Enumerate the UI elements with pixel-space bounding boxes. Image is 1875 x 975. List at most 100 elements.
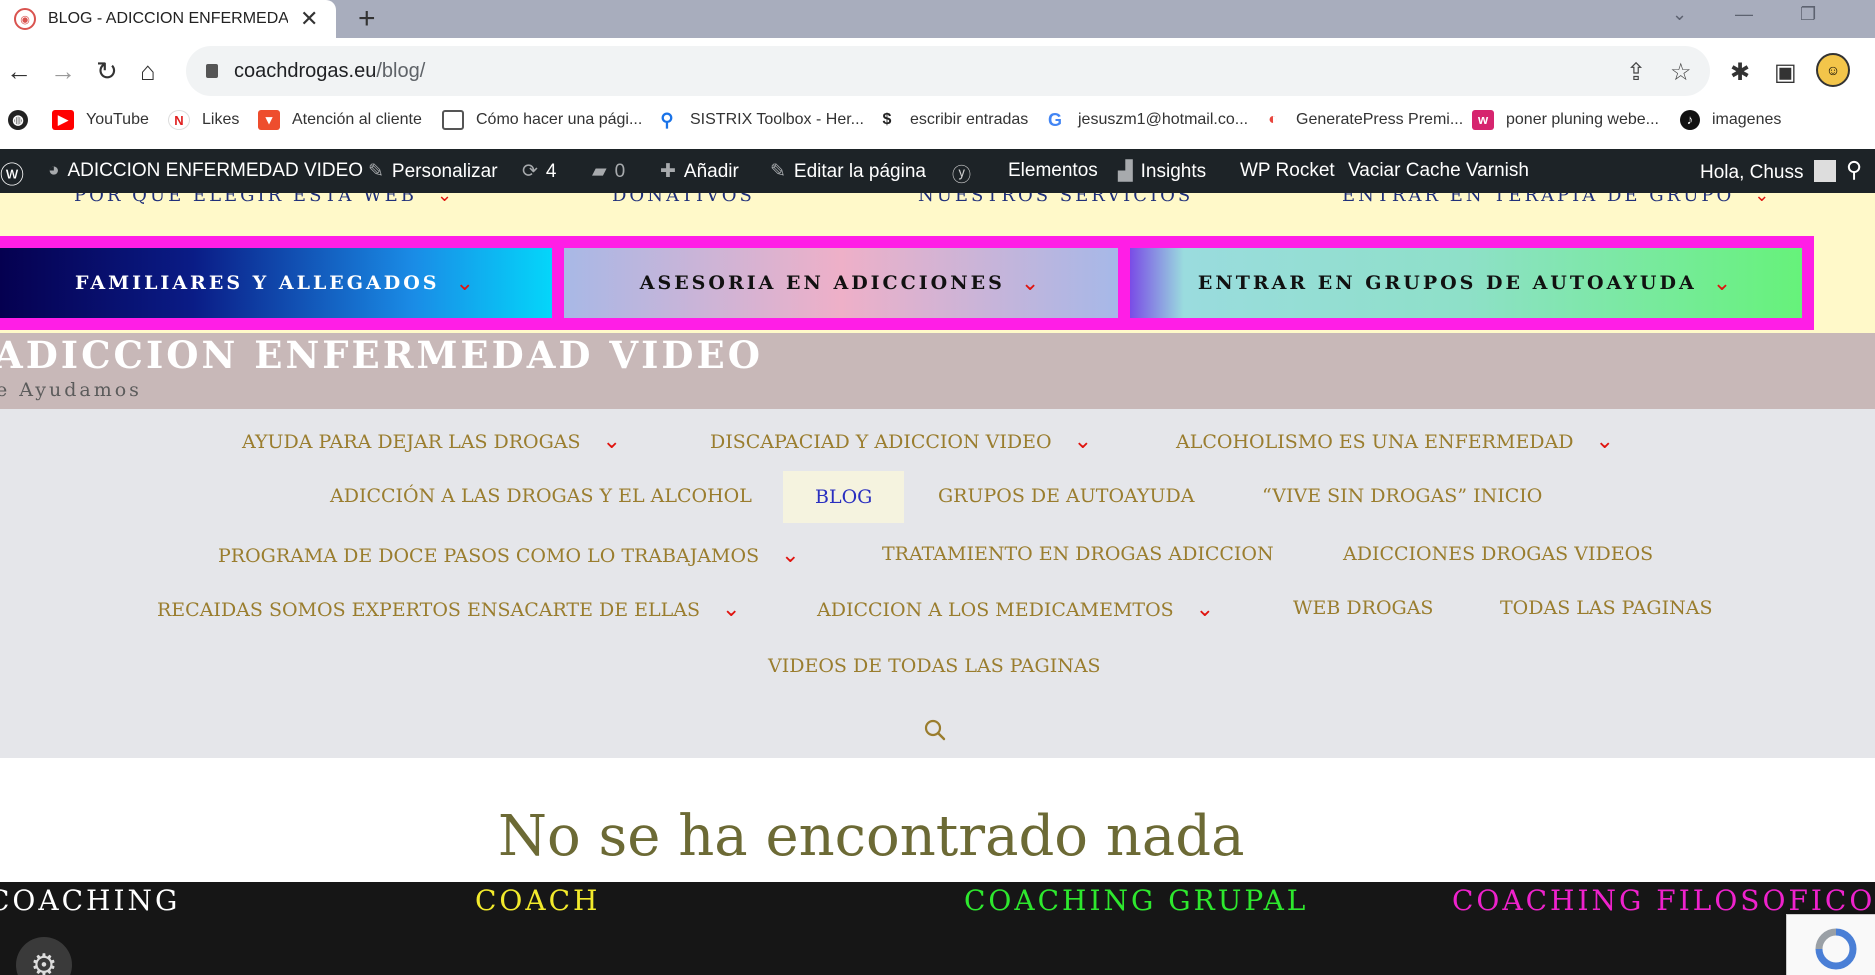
chevron-down-icon: ⌄	[1073, 429, 1093, 454]
nav-label: ADICCIONES DROGAS VIDEOS	[1343, 543, 1654, 565]
top-menu-label: POR QUE ELEGIR ESTA WEB	[74, 193, 418, 206]
admin-updates-link[interactable]: ⟳ 4	[522, 160, 557, 183]
top-menu-item[interactable]: ENTRAR EN TERAPIA DE GRUPO ⌄	[1342, 193, 1772, 206]
bookmark-item[interactable]: ▾ Atención al cliente	[258, 110, 422, 130]
browser-tab[interactable]: ◉ BLOG - ADICCION ENFERMEDAD V ✕	[0, 0, 336, 38]
nav-label: ALCOHOLISMO ES UNA ENFERMEDAD	[1176, 431, 1574, 453]
footer-link[interactable]: COACH	[475, 884, 600, 917]
bookmark-item[interactable]: ♪ imagenes	[1680, 110, 1781, 130]
shop-icon: ▾	[258, 110, 280, 130]
bookmark-globe[interactable]: ◍	[8, 110, 40, 130]
side-panel-icon[interactable]: ▣	[1774, 58, 1797, 87]
recaptcha-badge[interactable]	[1786, 914, 1875, 975]
page-title: No se ha encontrado nada	[498, 804, 1245, 869]
yoast-icon[interactable]: ⓨ	[952, 160, 979, 187]
bookmark-item[interactable]: N Likes	[168, 110, 239, 130]
footer-link[interactable]: COACHING FILOSOFICO	[1452, 884, 1875, 917]
bookmark-item[interactable]: $ escribir entradas	[876, 110, 1028, 130]
nav-label: “VIVE SIN DROGAS” INICIO	[1262, 485, 1543, 507]
address-bar[interactable]: coachdrogas.eu/blog/ ⇪ ☆	[186, 46, 1710, 96]
asesoria-button[interactable]: ASESORIA EN ADICCIONES ⌄	[552, 236, 1130, 330]
reload-icon[interactable]: ↻	[96, 58, 118, 84]
nav-item[interactable]: ADICCIÓN A LAS DROGAS Y EL ALCOHOL	[330, 485, 752, 507]
browser-toolbar: ← → ↻ ⌂ coachdrogas.eu/blog/ ⇪ ☆ ✱ ▣ ☺	[0, 38, 1875, 105]
nav-label: ADICCIÓN A LAS DROGAS Y EL ALCOHOL	[330, 485, 752, 507]
plus-icon: ✚	[660, 161, 676, 182]
nav-item[interactable]: RECAIDAS SOMOS EXPERTOS ENSACARTE DE ELL…	[157, 597, 740, 622]
bookmark-label: escribir entradas	[910, 111, 1029, 128]
bookmark-item[interactable]: w poner pluning webe...	[1472, 110, 1659, 130]
nav-item-blog[interactable]: BLOG	[783, 471, 905, 523]
share-icon[interactable]: ⇪	[1626, 58, 1646, 87]
bookmark-item[interactable]: ⚲ SISTRIX Toolbox - Her...	[656, 110, 864, 130]
nav-item[interactable]: AYUDA PARA DEJAR LAS DROGAS ⌄	[242, 429, 621, 454]
nav-item[interactable]: “VIVE SIN DROGAS” INICIO	[1262, 485, 1542, 507]
new-tab-icon[interactable]: +	[358, 2, 376, 36]
maximize-icon[interactable]: ❐	[1800, 4, 1816, 25]
top-menu-item[interactable]: NUESTROS SERVICIOS	[918, 193, 1193, 206]
admin-comments-link[interactable]: ▰ 0	[592, 160, 625, 183]
minimize-icon[interactable]: —	[1735, 4, 1753, 25]
updates-icon: ⟳	[522, 161, 538, 182]
profile-avatar[interactable]: ☺	[1816, 53, 1850, 87]
tab-search-chevron-icon[interactable]: ⌄	[1672, 4, 1687, 25]
nav-item[interactable]: WEB DROGAS	[1293, 597, 1433, 619]
extensions-icon[interactable]: ✱	[1730, 58, 1750, 87]
nav-item[interactable]: ADICCIONES DROGAS VIDEOS	[1343, 543, 1653, 565]
admin-account-link[interactable]: Hola, Chuss	[1700, 160, 1836, 184]
admin-site-link[interactable]: ◕ ADICCION ENFERMEDAD VIDEO	[48, 160, 363, 182]
back-icon[interactable]: ←	[6, 58, 32, 84]
nav-label: TODAS LAS PAGINAS	[1500, 597, 1713, 619]
footer-link[interactable]: COACHING	[0, 884, 180, 917]
nav-item[interactable]: ALCOHOLISMO ES UNA ENFERMEDAD ⌄	[1176, 429, 1614, 454]
chevron-down-icon: ⌄	[1712, 270, 1735, 296]
nav-label: WEB DROGAS	[1293, 597, 1434, 619]
admin-add-label: Añadir	[683, 161, 739, 182]
top-menu-item[interactable]: DONATIVOS	[612, 193, 755, 206]
nav-label: VIDEOS DE TODAS LAS PAGINAS	[768, 655, 1101, 677]
site-title[interactable]: ADICCION ENFERMEDAD VIDEO	[0, 333, 763, 377]
search-icon: ⚲	[656, 110, 678, 130]
admin-add-link[interactable]: ✚ Añadir	[660, 160, 739, 183]
bookmark-item[interactable]: Cómo hacer una pági...	[442, 110, 642, 130]
bookmark-item[interactable]: ◐ GeneratePress Premi...	[1262, 110, 1463, 130]
familiares-button[interactable]: FAMILIARES Y ALLEGADOS ⌄	[0, 236, 564, 330]
home-icon[interactable]: ⌂	[140, 58, 156, 84]
nav-item[interactable]: VIDEOS DE TODAS LAS PAGINAS	[768, 655, 1101, 677]
nav-label: GRUPOS DE AUTOAYUDA	[938, 485, 1195, 507]
nav-item[interactable]: GRUPOS DE AUTOAYUDA	[938, 485, 1195, 507]
n-icon: N	[168, 110, 190, 130]
grupos-autoayuda-button[interactable]: ENTRAR EN GRUPOS DE AUTOAYUDA ⌄	[1118, 236, 1814, 330]
admin-wprocket-link[interactable]: WP Rocket	[1240, 160, 1335, 182]
bookmark-label: SISTRIX Toolbox - Her...	[690, 111, 864, 128]
wordpress-logo-icon[interactable]: ⓦ	[0, 155, 24, 190]
gear-icon[interactable]: ⚙	[16, 937, 72, 975]
footer-link[interactable]: COACHING GRUPAL	[964, 884, 1308, 917]
bookmark-star-icon[interactable]: ☆	[1670, 58, 1692, 87]
bookmark-item[interactable]: ▶ YouTube	[52, 110, 149, 130]
nav-item[interactable]: TRATAMIENTO EN DROGAS ADICCION	[882, 543, 1274, 565]
admin-elements-link[interactable]: Elementos	[1008, 160, 1098, 182]
tiktok-icon: ♪	[1680, 110, 1700, 130]
forward-icon[interactable]: →	[50, 58, 76, 84]
nav-search-icon[interactable]	[924, 719, 946, 741]
globe-icon: ◍	[8, 110, 28, 130]
bookmark-item[interactable]: Gjesuszm1@hotmail.co...	[1044, 110, 1248, 130]
top-menu-item[interactable]: POR QUE ELEGIR ESTA WEB ⌄	[74, 193, 455, 206]
bookmark-label: GeneratePress Premi...	[1296, 111, 1464, 128]
admin-customize-link[interactable]: ✎ Personalizar	[368, 160, 498, 183]
close-tab-icon[interactable]: ✕	[300, 6, 318, 32]
admin-insights-link[interactable]: ▟ Insights	[1118, 160, 1206, 183]
nav-item[interactable]: PROGRAMA DE DOCE PASOS COMO LO TRABAJAMO…	[218, 543, 800, 568]
nav-label: PROGRAMA DE DOCE PASOS COMO LO TRABAJAMO…	[218, 545, 760, 567]
nav-item[interactable]: ADICCION A LOS MEDICAMEMTOS ⌄	[817, 597, 1214, 622]
admin-varnish-link[interactable]: Vaciar Cache Varnish	[1348, 160, 1529, 182]
site-header: ADICCION ENFERMEDAD VIDEO e Ayudamos	[0, 333, 1875, 409]
admin-edit-page-link[interactable]: ✎ Editar la página	[770, 160, 926, 183]
admin-search-icon[interactable]: ⚲	[1846, 157, 1862, 183]
url-text: coachdrogas.eu/blog/	[234, 60, 425, 83]
nav-item[interactable]: DISCAPACIAD Y ADICCION VIDEO ⌄	[710, 429, 1092, 454]
nav-item[interactable]: TODAS LAS PAGINAS	[1500, 597, 1712, 619]
lock-icon	[206, 64, 218, 78]
yoast-logo-icon: ⓨ	[952, 165, 972, 186]
